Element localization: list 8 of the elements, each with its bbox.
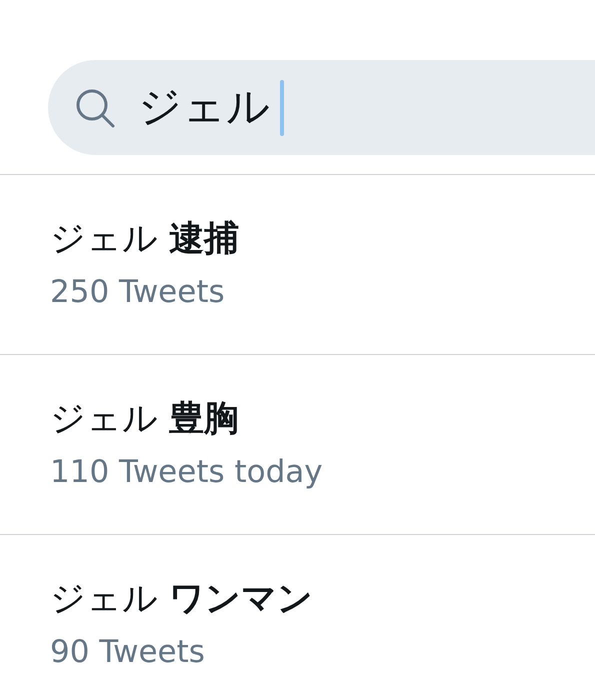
tweet-count: 90 Tweets [50, 633, 205, 672]
suggestion-title[interactable]: ジェル 豊胸 [50, 395, 240, 443]
search-icon [74, 86, 116, 128]
tweet-count: 110 Tweets today [50, 453, 323, 492]
suggestion-title[interactable]: ジェル ワンマン [50, 575, 314, 623]
search-field[interactable]: ジェル [48, 60, 595, 155]
tweet-count: 250 Tweets [50, 273, 225, 312]
suggestion-title[interactable]: ジェル 逮捕 [50, 215, 240, 263]
